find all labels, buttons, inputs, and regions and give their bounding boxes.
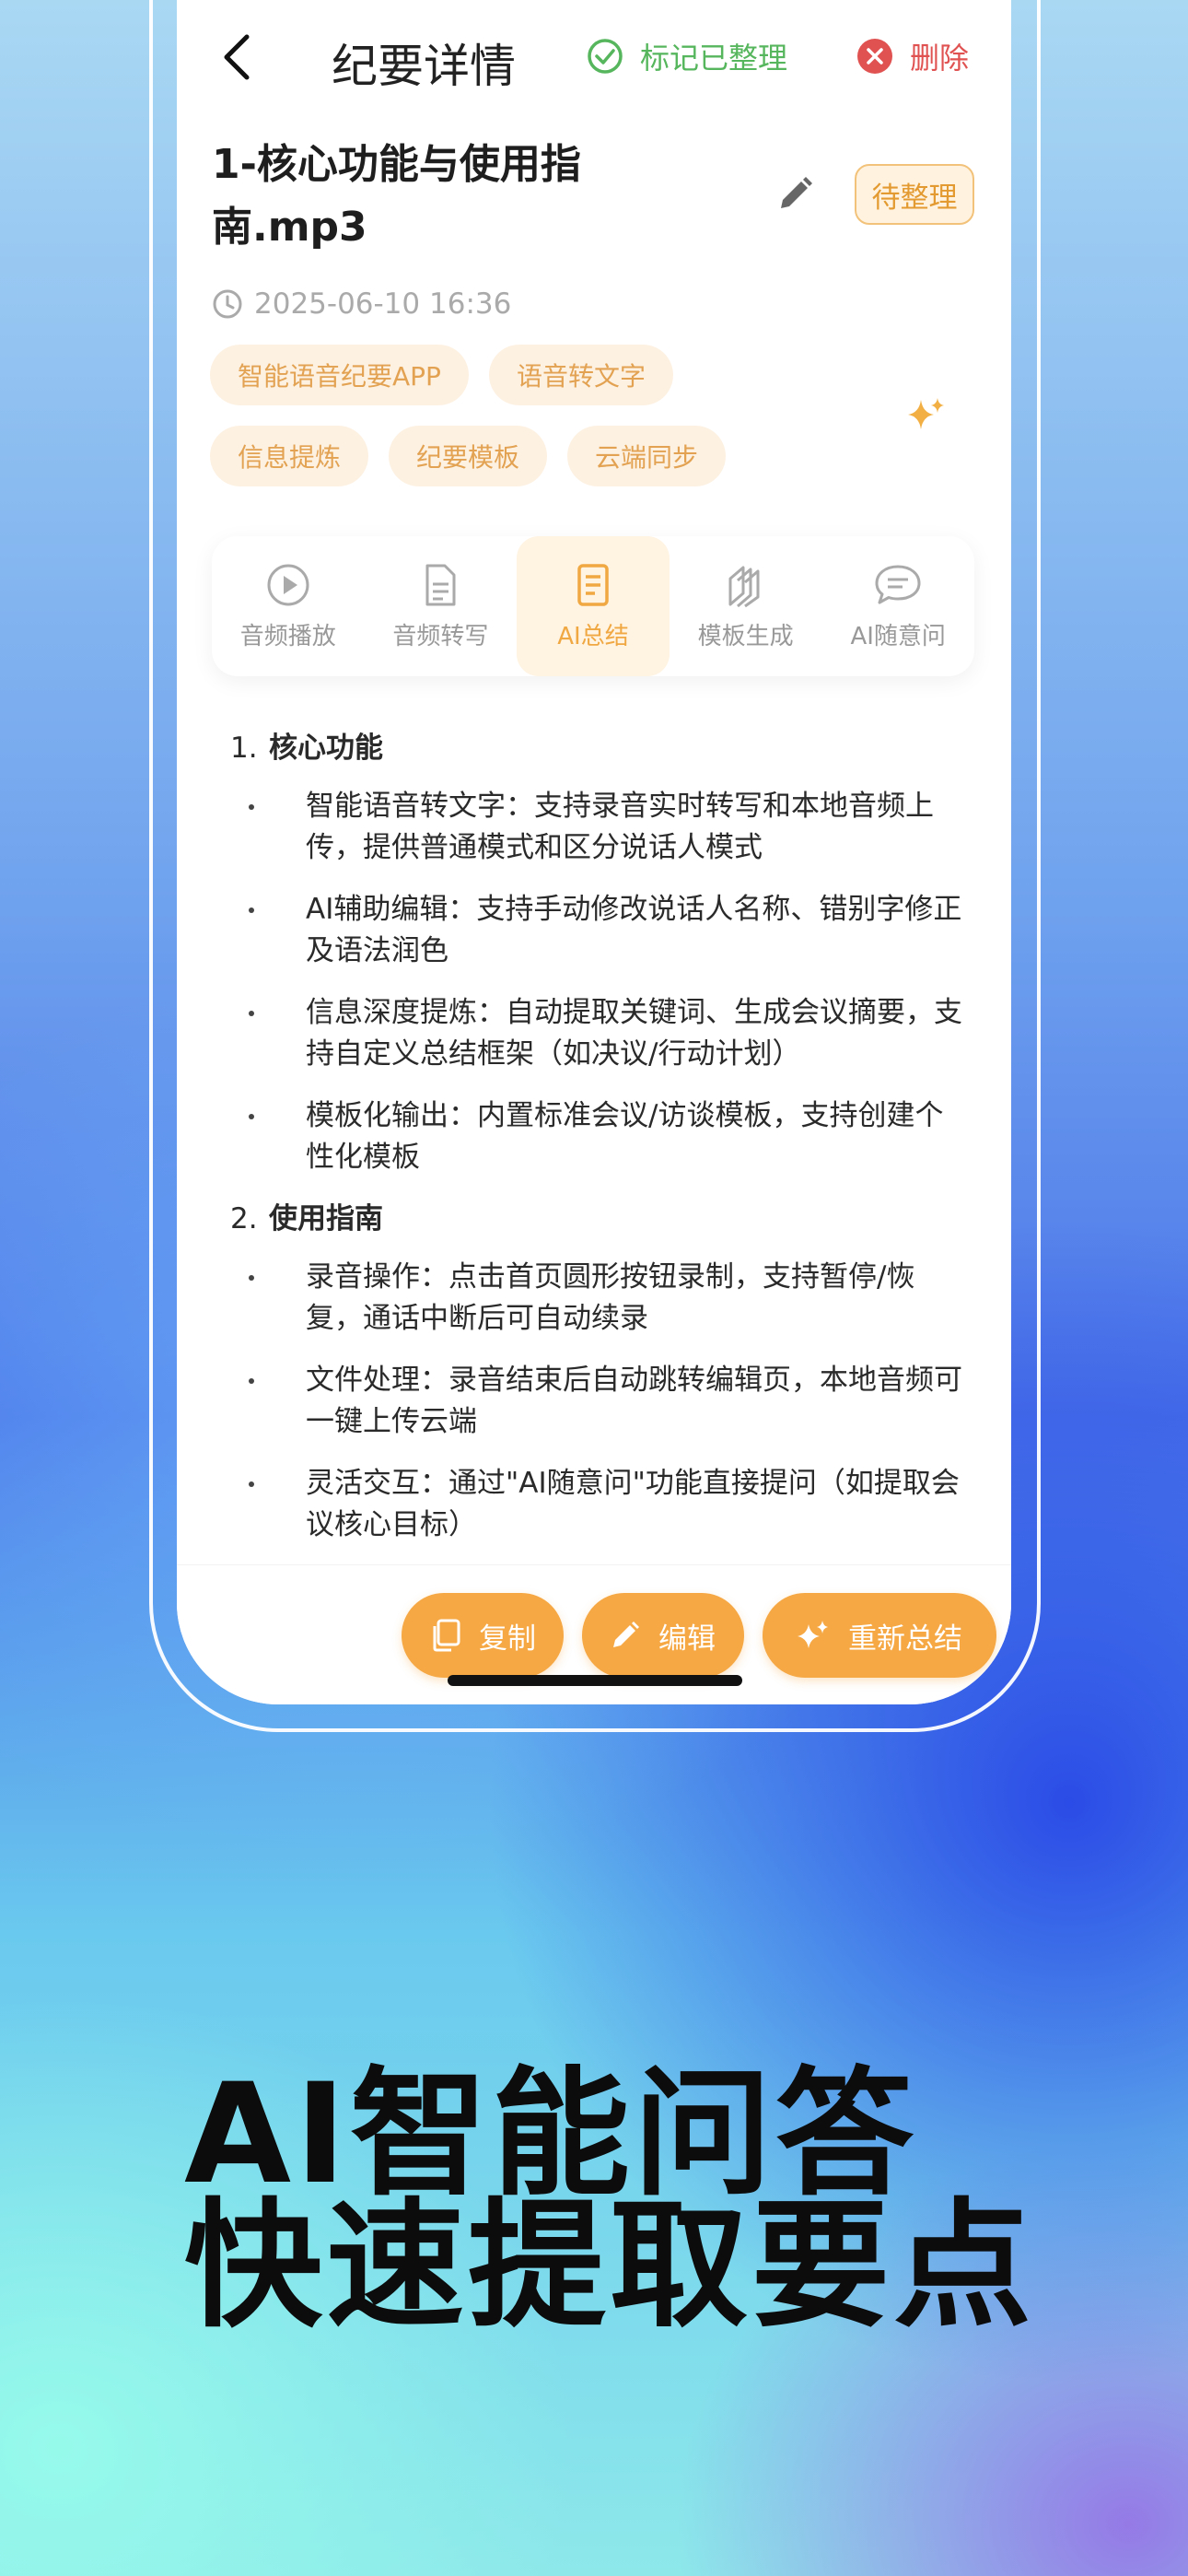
tag[interactable]: 信息提炼 [210,426,369,486]
copy-button[interactable]: 复制 [402,1593,564,1678]
page-title: 纪要详情 [332,40,516,93]
status-badge[interactable]: 待整理 [855,164,974,225]
template-icon [728,566,760,607]
app-screen: 纪要详情 标记已整理 删除 1-核心功能与使用指南.mp3 待整理 2025-0… [177,0,1011,1704]
close-circle-icon [857,39,892,74]
list-item: 智能语音转文字：支持录音实时转写和本地音频上传，提供普通模式和区分说话人模式 [230,786,967,869]
edit-button[interactable]: 编辑 [582,1593,744,1678]
tag[interactable]: 智能语音纪要APP [210,345,469,405]
section-heading: 2. 使用指南 [230,1199,967,1240]
list-item: 模板化输出：内置标准会议/访谈模板，支持创建个性化模板 [230,1095,967,1178]
tab-template-generation[interactable]: 模板生成 [670,536,822,676]
tab-bar: 音频播放 音频转写 AI总结 模板生成 AI随意问 [212,536,974,676]
section-heading-text: 核心功能 [269,732,383,765]
pencil-icon [613,1622,639,1647]
tab-label: 模板生成 [697,622,794,650]
section-number: 2. [230,1202,258,1235]
list-item: AI辅助编辑：支持手动修改说话人名称、错别字修正及语法润色 [230,889,967,972]
back-arrow-icon[interactable] [215,29,262,85]
tab-label: AI随意问 [850,622,946,650]
timestamp-text: 2025-06-10 16:36 [254,287,512,321]
tab-ai-ask[interactable]: AI随意问 [821,536,974,676]
slogan-line-2: 快速提取要点 [184,2186,1036,2347]
file-title: 1-核心功能与使用指南.mp3 [212,141,581,251]
list-item: 录音操作：点击首页圆形按钮录制，支持暂停/恢复，通话中断后可自动续录 [230,1257,967,1340]
tab-audio-transcript[interactable]: 音频转写 [365,536,518,676]
edit-label: 编辑 [658,1622,716,1656]
tab-label: AI总结 [557,622,629,650]
check-circle-icon [588,39,623,74]
tag[interactable]: 云端同步 [567,426,727,486]
copy-label: 复制 [479,1622,536,1656]
copy-icon [433,1619,460,1652]
mark-organized-button[interactable]: 标记已整理 [587,35,787,77]
edit-title-icon[interactable] [775,175,814,214]
top-bar: 纪要详情 标记已整理 删除 [177,0,1011,115]
resummarize-button[interactable]: 重新总结 [763,1593,996,1678]
section-heading-text: 使用指南 [269,1202,383,1235]
resummarize-label: 重新总结 [848,1622,962,1656]
clock-icon [213,289,242,319]
delete-label: 删除 [910,41,970,76]
sparkle-icon[interactable] [906,394,947,435]
mark-organized-label: 标记已整理 [640,41,788,76]
list-item: 灵活交互：通过"AI随意问"功能直接提问（如提取会议核心目标） [230,1463,967,1546]
list-item: 信息深度提炼：自动提取关键词、生成会议摘要，支持自定义总结框架（如决议/行动计划… [230,992,967,1075]
document-icon [425,564,456,605]
tag[interactable]: 纪要模板 [389,426,548,486]
list-item: 文件处理：录音结束后自动跳转编辑页，本地音频可一键上传云端 [230,1360,967,1443]
tab-ai-summary[interactable]: AI总结 [517,536,670,676]
tab-label: 音频转写 [392,622,489,650]
delete-button[interactable]: 删除 [856,35,969,77]
play-icon [267,564,309,605]
tag-list: 智能语音纪要APP 语音转文字 信息提炼 纪要模板 云端同步 [210,345,836,486]
chat-icon [875,565,921,603]
tag[interactable]: 语音转文字 [488,345,673,405]
section-heading: 1. 核心功能 [230,728,967,769]
tab-audio-playback[interactable]: 音频播放 [212,536,365,676]
home-indicator [448,1675,742,1686]
timestamp: 2025-06-10 16:36 [212,287,511,321]
summary-icon [577,563,609,606]
tab-label: 音频播放 [239,622,336,650]
sparkle-icon [798,1621,828,1648]
section-number: 1. [230,732,258,765]
summary-content: 1. 核心功能 智能语音转文字：支持录音实时转写和本地音频上传，提供普通模式和区… [230,728,967,1566]
